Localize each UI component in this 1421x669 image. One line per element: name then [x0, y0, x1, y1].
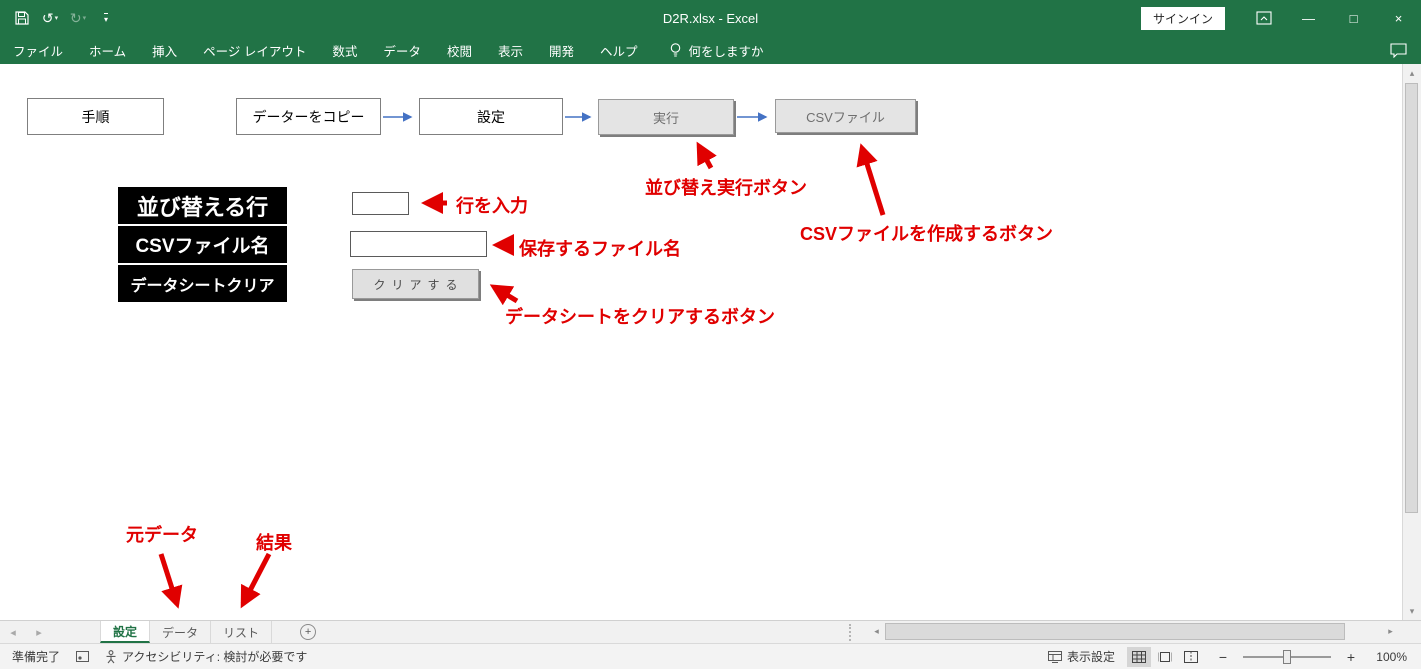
annotation-clear-button: データシートをクリアするボタン — [505, 303, 775, 329]
tab-view[interactable]: 表示 — [485, 36, 536, 64]
annotation-arrows — [0, 64, 1402, 620]
sheet-tab-data[interactable]: データ — [150, 621, 211, 643]
vertical-scrollbar-thumb[interactable] — [1405, 83, 1418, 513]
signin-button[interactable]: サインイン — [1141, 7, 1225, 30]
annotation-filename: 保存するファイル名 — [519, 235, 681, 261]
tab-page-layout[interactable]: ページ レイアウト — [190, 36, 319, 64]
normal-view-icon — [1132, 651, 1146, 663]
label-sort-row: 並び替える行 — [118, 187, 287, 224]
display-settings-button[interactable]: 表示設定 — [1048, 648, 1115, 665]
maximize-button[interactable]: □ — [1331, 0, 1376, 36]
tab-developer[interactable]: 開発 — [536, 36, 587, 64]
display-settings-label: 表示設定 — [1067, 648, 1115, 665]
tab-help[interactable]: ヘルプ — [587, 36, 651, 64]
sheet-tabs: 設定 データ リスト — [100, 621, 272, 643]
record-macro-icon — [76, 651, 89, 662]
save-icon — [15, 11, 29, 25]
horizontal-scrollbar-track[interactable] — [885, 621, 1382, 642]
plus-icon: + — [305, 626, 311, 638]
tab-data[interactable]: データ — [370, 36, 434, 64]
record-macro-button[interactable] — [76, 651, 89, 662]
page-break-view-button[interactable] — [1179, 647, 1203, 667]
annotation-execute-button: 並び替え実行ボタン — [645, 174, 807, 200]
ribbon-tab-row: ファイル ホーム 挿入 ページ レイアウト 数式 データ 校閲 表示 開発 ヘル… — [0, 36, 1421, 64]
shape-settings-box[interactable]: 設定 — [419, 98, 563, 135]
page-layout-view-button[interactable] — [1153, 647, 1177, 667]
clear-datasheet-button[interactable]: クリアする — [352, 269, 479, 299]
next-sheet-button[interactable]: ▸ — [26, 621, 52, 643]
zoom-slider[interactable] — [1243, 650, 1331, 664]
zoom-out-button[interactable]: − — [1215, 649, 1231, 665]
scroll-down-button[interactable]: ▾ — [1403, 602, 1421, 620]
scroll-up-button[interactable]: ▴ — [1403, 64, 1421, 82]
accessibility-label: アクセシビリティ: 検討が必要です — [122, 648, 307, 665]
annotation-row-input: 行を入力 — [456, 192, 528, 218]
save-button[interactable] — [10, 5, 34, 31]
tell-me-label: 何をしますか — [689, 41, 764, 60]
annotation-csv-button: CSVファイルを作成するボタン — [800, 220, 1053, 246]
comments-button[interactable] — [1390, 43, 1407, 58]
page-layout-icon — [1158, 651, 1172, 663]
horizontal-scrollbar[interactable]: ◂ ▸ — [868, 621, 1399, 642]
comment-icon — [1390, 43, 1407, 58]
tab-file[interactable]: ファイル — [0, 36, 76, 64]
tab-home[interactable]: ホーム — [76, 36, 139, 64]
zoom-in-button[interactable]: + — [1343, 649, 1359, 665]
create-csv-button[interactable]: CSVファイル — [775, 99, 916, 133]
tell-me-search[interactable]: 何をしますか — [669, 41, 764, 60]
sheet-tab-settings[interactable]: 設定 — [100, 621, 150, 643]
status-bar: 準備完了 アクセシビリティ: 検討が必要です 表示設定 — [0, 643, 1421, 669]
display-settings-icon — [1048, 651, 1062, 663]
tab-formulas[interactable]: 数式 — [319, 36, 370, 64]
tab-scrollbar-splitter[interactable] — [849, 624, 853, 641]
normal-view-button[interactable] — [1127, 647, 1151, 667]
quick-access-toolbar: ↺ ▾ ↻ ▾ ▾ — [0, 5, 118, 31]
row-number-input[interactable] — [352, 192, 409, 215]
accessibility-icon — [105, 650, 117, 664]
close-button[interactable]: × — [1376, 0, 1421, 36]
undo-icon: ↺ — [42, 10, 54, 27]
chevron-down-icon: ▾ — [83, 14, 87, 22]
minimize-button[interactable]: — — [1286, 0, 1331, 36]
window-title: D2R.xlsx - Excel — [663, 11, 758, 26]
titlebar: ↺ ▾ ↻ ▾ ▾ D2R.xlsx - Excel サインイン — □ × — [0, 0, 1421, 36]
zoom-level[interactable]: 100% — [1371, 650, 1407, 664]
add-sheet-button[interactable]: + — [300, 624, 316, 640]
vertical-scrollbar[interactable]: ▴ ▾ — [1402, 64, 1421, 620]
zoom-slider-thumb[interactable] — [1283, 650, 1291, 664]
prev-sheet-button[interactable]: ◂ — [0, 621, 26, 643]
annotation-result: 結果 — [256, 529, 292, 555]
ribbon-display-options-icon — [1256, 11, 1272, 25]
filename-input[interactable] — [350, 231, 487, 257]
redo-button[interactable]: ↻ ▾ — [66, 5, 90, 31]
scroll-left-button[interactable]: ◂ — [868, 621, 885, 642]
scroll-right-button[interactable]: ▸ — [1382, 621, 1399, 642]
tab-insert[interactable]: 挿入 — [139, 36, 190, 64]
label-csv-filename: CSVファイル名 — [118, 226, 287, 263]
customize-quick-access-button[interactable]: ▾ — [94, 5, 118, 31]
tab-review[interactable]: 校閲 — [434, 36, 485, 64]
accessibility-status-button[interactable]: アクセシビリティ: 検討が必要です — [105, 648, 307, 665]
undo-button[interactable]: ↺ ▾ — [38, 5, 62, 31]
lightbulb-icon — [669, 42, 682, 58]
view-shortcuts — [1127, 647, 1203, 667]
redo-icon: ↻ — [70, 10, 82, 27]
horizontal-scrollbar-thumb[interactable] — [885, 623, 1345, 640]
chevron-down-icon: ▾ — [55, 14, 59, 22]
chevron-down-icon: ▾ — [104, 13, 108, 24]
shape-copy-data-box[interactable]: データーをコピー — [236, 98, 381, 135]
annotation-source-data: 元データ — [126, 521, 198, 547]
ribbon-display-options-button[interactable] — [1241, 0, 1286, 36]
execute-sort-button[interactable]: 実行 — [598, 99, 734, 135]
page-break-preview-icon — [1184, 651, 1198, 663]
worksheet-canvas: 手順 データーをコピー 設定 実行 CSVファイル 並び替える行 CSVファイル… — [0, 64, 1402, 620]
status-ready: 準備完了 — [12, 648, 60, 665]
label-clear-datasheet: データシートクリア — [118, 265, 287, 302]
sheet-tab-list[interactable]: リスト — [211, 621, 272, 643]
shape-steps-box[interactable]: 手順 — [27, 98, 164, 135]
